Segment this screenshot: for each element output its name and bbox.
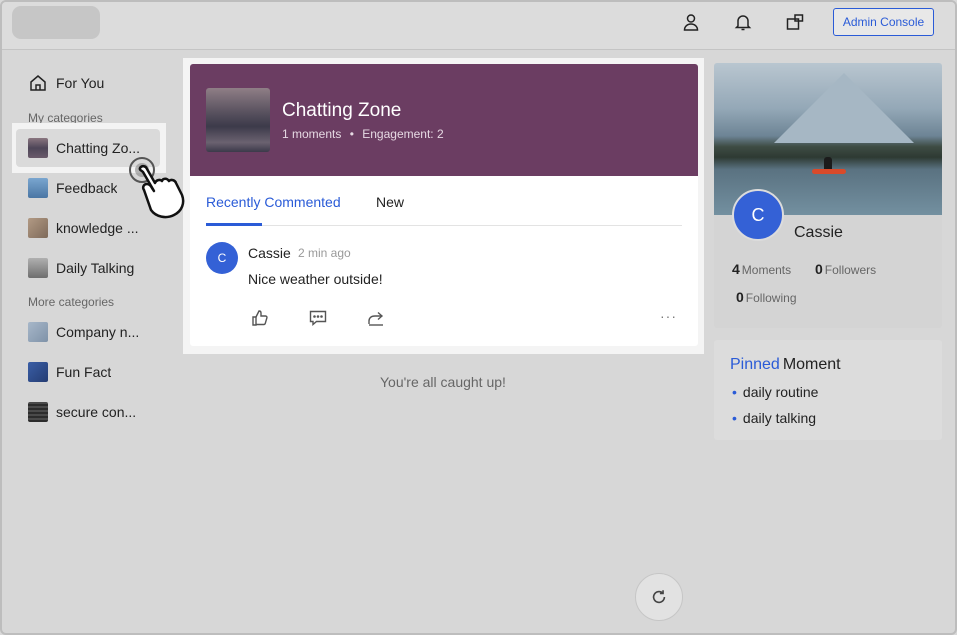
moments-count: 1 moments: [282, 127, 342, 141]
avatar[interactable]: C: [732, 189, 784, 241]
engagement-count: Engagement: 2: [362, 127, 444, 141]
category-card: Chatting Zone 1 moments • Engagement: 2 …: [190, 64, 698, 346]
avatar[interactable]: C: [206, 242, 238, 274]
admin-console-button[interactable]: Admin Console: [833, 8, 934, 36]
sidebar-item-label: Chatting Zo...: [56, 140, 141, 156]
more-categories-heading: More categories: [28, 295, 115, 309]
category-thumbnail: [28, 402, 48, 422]
like-icon[interactable]: [250, 308, 270, 328]
feed-tabs: Recently Commented New: [206, 176, 682, 226]
stat-following[interactable]: 0 Following: [736, 289, 797, 305]
tab-new[interactable]: New: [376, 194, 404, 210]
stat-followers[interactable]: 0 Followers: [815, 261, 876, 277]
switch-icon[interactable]: [785, 12, 805, 32]
post-timestamp: 2 min ago: [298, 246, 351, 260]
sidebar-item-label: Feedback: [56, 180, 118, 196]
sidebar-item-label: knowledge ...: [56, 220, 139, 236]
sidebar-item-secure[interactable]: secure con...: [16, 393, 160, 431]
refresh-icon: [652, 590, 666, 604]
more-options-icon[interactable]: ···: [660, 308, 677, 324]
category-banner-image: [206, 88, 270, 152]
home-icon: [28, 73, 48, 93]
sidebar-item-label: Company n...: [56, 324, 140, 340]
sidebar-item-label: For You: [56, 75, 105, 91]
bell-icon[interactable]: [733, 12, 753, 32]
category-title: Chatting Zone: [282, 100, 402, 121]
pinned-item[interactable]: • daily routine: [732, 384, 818, 400]
sidebar-item-label: secure con...: [56, 404, 137, 420]
post-author[interactable]: Cassie: [248, 245, 291, 261]
sidebar-item-label: Daily Talking: [56, 260, 135, 276]
tab-recently-commented[interactable]: Recently Commented: [206, 194, 341, 210]
share-icon[interactable]: [366, 308, 386, 328]
user-icon[interactable]: [681, 12, 701, 32]
sidebar-item-feedback[interactable]: Feedback: [16, 169, 160, 207]
pinned-moment-card: Pinned Moment • daily routine • daily talki…: [714, 340, 942, 440]
category-thumbnail: [28, 138, 48, 158]
sidebar-item-company-news[interactable]: Company n...: [16, 313, 160, 351]
category-meta: 1 moments • Engagement: 2: [282, 127, 444, 141]
category-banner: Chatting Zone 1 moments • Engagement: 2: [190, 64, 698, 176]
refresh-button[interactable]: [635, 573, 683, 621]
top-header: Admin Console: [2, 2, 955, 50]
sidebar-item-chatting-zone[interactable]: Chatting Zo...: [16, 129, 160, 167]
meta-separator: •: [349, 127, 354, 141]
feed-end-message: You're all caught up!: [380, 374, 506, 390]
sidebar-item-daily-talking[interactable]: Daily Talking: [16, 249, 160, 287]
pinned-item[interactable]: • daily talking: [732, 410, 816, 426]
sidebar-item-fun-fact[interactable]: Fun Fact: [16, 353, 160, 391]
logo: [12, 6, 100, 39]
category-thumbnail: [28, 258, 48, 278]
app-window: Admin Console For You My categories Chat…: [0, 0, 957, 635]
sidebar-item-label: Fun Fact: [56, 364, 112, 380]
category-thumbnail: [28, 178, 48, 198]
stat-moments[interactable]: 4 Moments: [732, 261, 791, 277]
category-thumbnail: [28, 218, 48, 238]
profile-card: C Cassie 4 Moments 0 Followers 0 Following: [714, 63, 942, 328]
pinned-title: Pinned Moment: [730, 356, 841, 373]
category-thumbnail: [28, 322, 48, 342]
post-body[interactable]: Nice weather outside!: [248, 271, 383, 287]
category-thumbnail: [28, 362, 48, 382]
sidebar-item-knowledge[interactable]: knowledge ...: [16, 209, 160, 247]
sidebar-item-for-you[interactable]: For You: [16, 64, 160, 102]
active-tab-indicator: [206, 223, 262, 226]
comment-icon[interactable]: [308, 308, 328, 328]
profile-name[interactable]: Cassie: [794, 224, 843, 242]
